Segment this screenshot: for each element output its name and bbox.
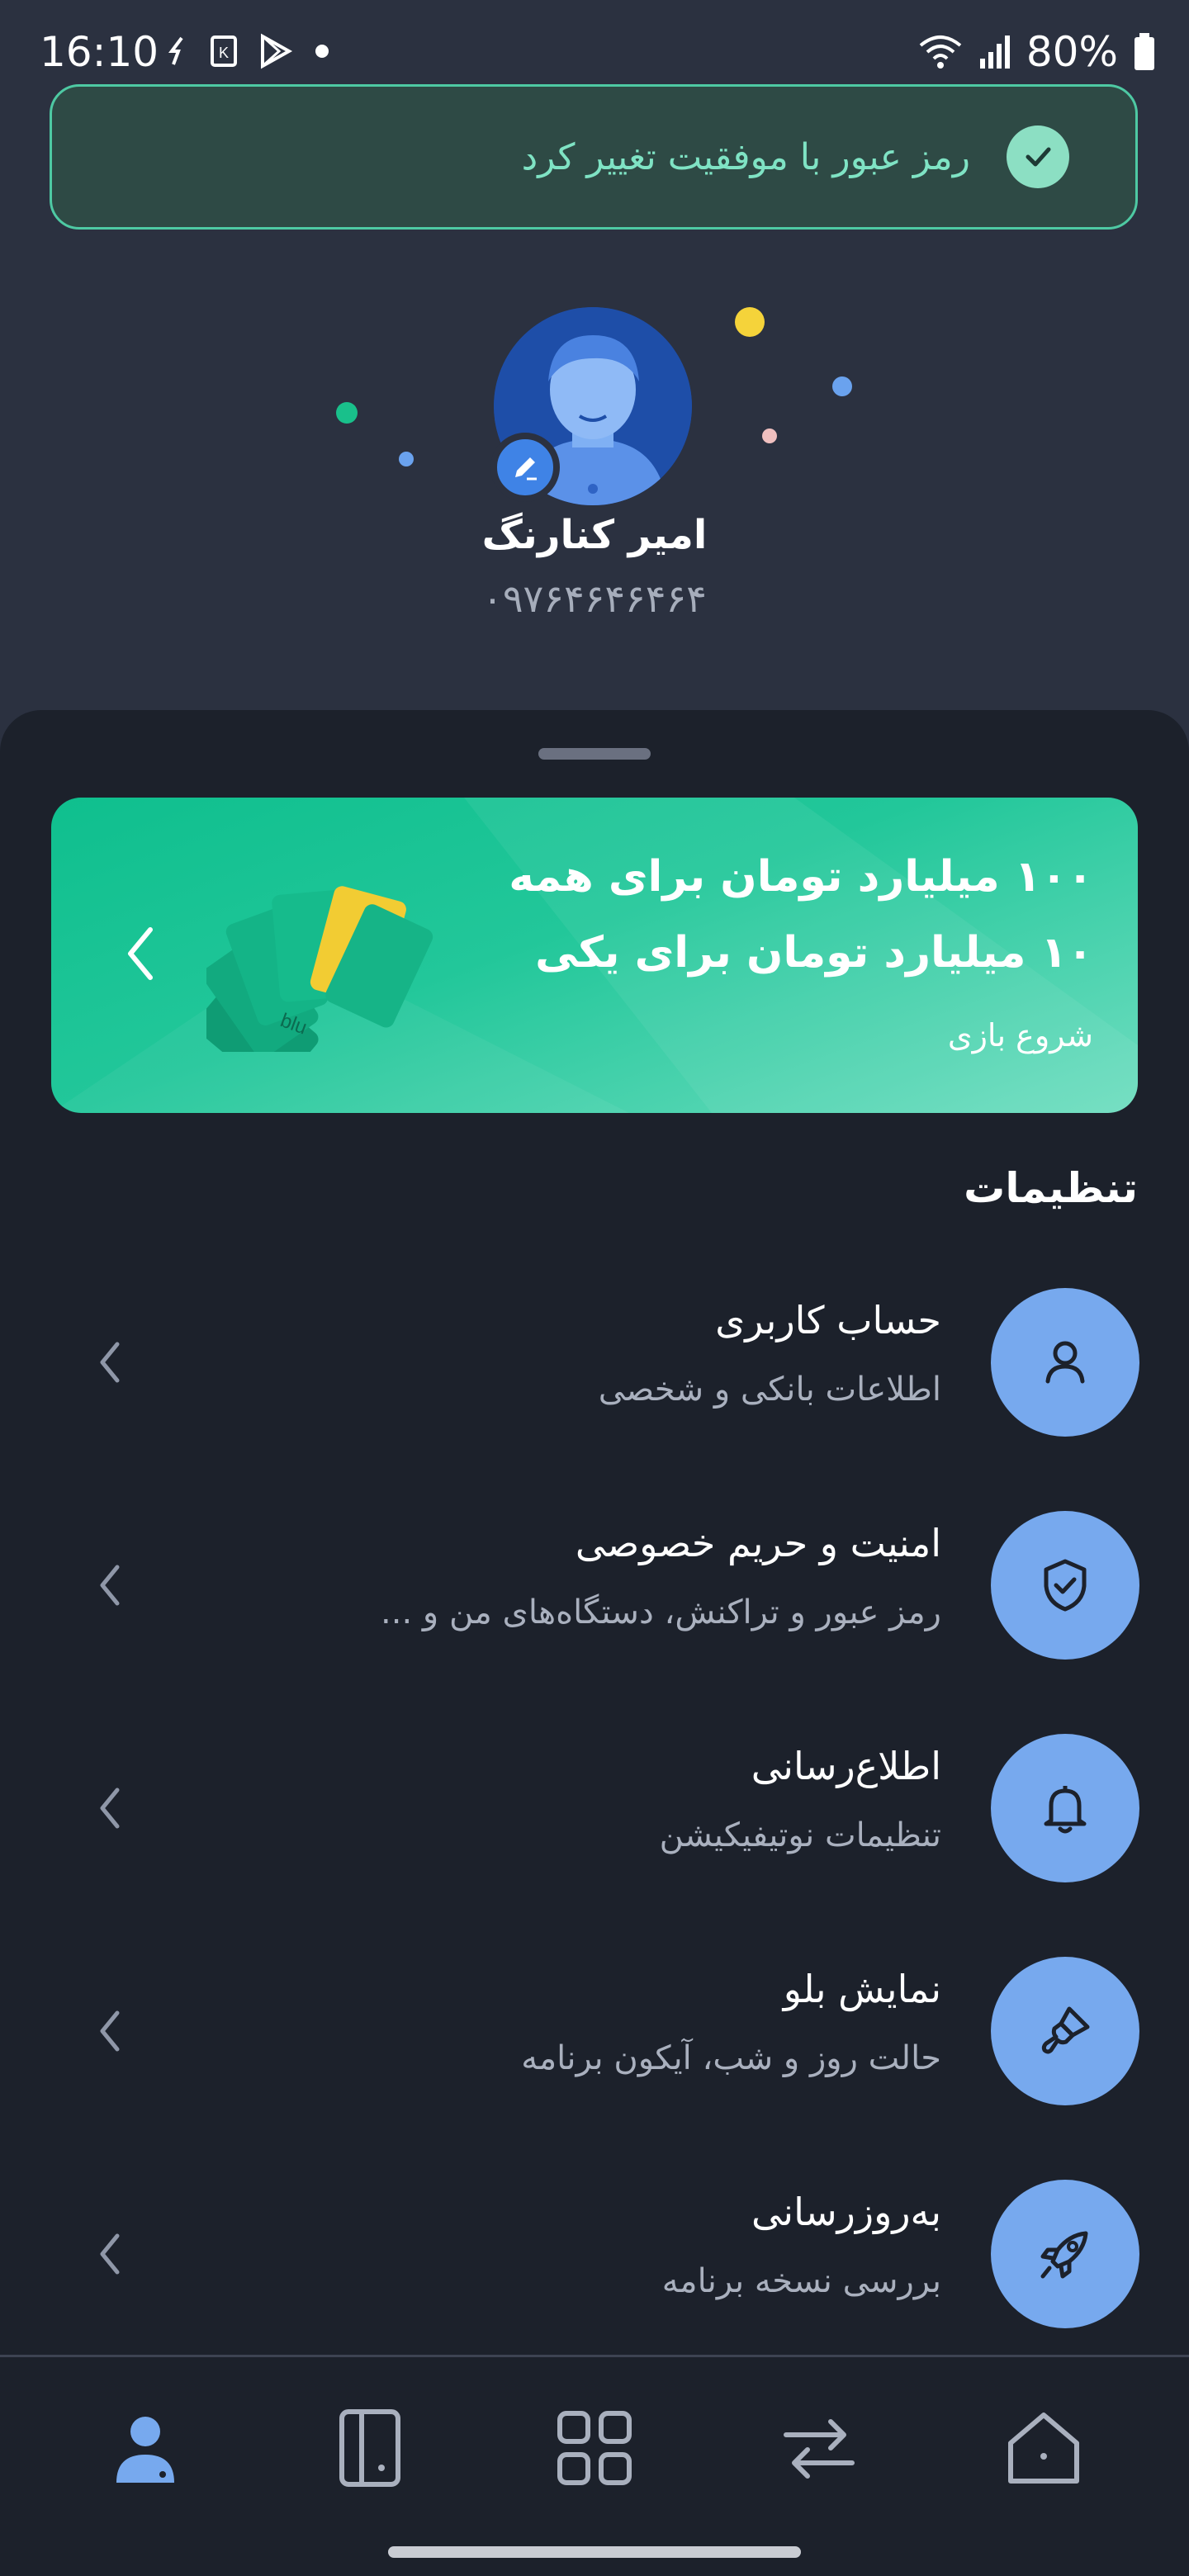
home-indicator[interactable] [388, 2546, 801, 2558]
banner-cta[interactable]: شروع بازی [948, 1017, 1093, 1054]
battery-icon [1135, 33, 1154, 70]
settings-item-title: نمایش بلو [783, 1967, 941, 2011]
notification-k-icon: K [211, 36, 237, 67]
paint-brush-icon [991, 1957, 1139, 2105]
settings-item-security[interactable]: امنیت و حریم خصوصی رمز عبور و تراکنش، دس… [0, 1511, 1189, 1693]
settings-section-title: تنظیمات [964, 1164, 1138, 1212]
banner-title-line2: ۱۰ میلیارد تومان برای یکی [535, 928, 1093, 978]
battery-percent: 80% [1026, 28, 1118, 76]
bell-icon [991, 1734, 1139, 1882]
banner-title-line1: ۱۰۰ میلیارد تومان برای همه [509, 852, 1093, 902]
user-icon [991, 1288, 1139, 1437]
settings-item-display[interactable]: نمایش بلو حالت روز و شب، آیکون برنامه [0, 1957, 1189, 2138]
settings-item-subtitle: تنظیمات نوتیفیکیشن [659, 1816, 941, 1854]
chevron-left-icon [100, 1565, 120, 1606]
edit-avatar-button[interactable] [490, 433, 560, 502]
nav-home[interactable] [994, 2398, 1093, 2498]
settings-item-title: اطلاع‌رسانی [751, 1744, 941, 1788]
cards-fan-illustration: blu [206, 886, 433, 1052]
play-store-icon [261, 33, 293, 69]
svg-text:K: K [219, 45, 229, 61]
services-grid-icon [557, 2411, 632, 2485]
rocket-icon [991, 2180, 1139, 2328]
settings-item-title: به‌روزرسانی [751, 2190, 941, 2234]
nav-divider [0, 2355, 1189, 2357]
chevron-left-icon [100, 1788, 120, 1829]
profile-name: امیر کنارنگ [481, 512, 708, 558]
home-icon [1008, 2413, 1079, 2484]
nav-services[interactable] [545, 2398, 644, 2498]
chevron-left-icon [100, 2010, 120, 2052]
settings-item-subtitle: بررسی نسخه برنامه [661, 2262, 941, 2300]
settings-item-subtitle: حالت روز و شب، آیکون برنامه [521, 2039, 941, 2077]
bottom-nav [0, 2370, 1189, 2526]
settings-item-title: حساب کاربری [715, 1298, 941, 1342]
transfer-icon [784, 2419, 855, 2479]
signal-icon [979, 36, 1010, 69]
settings-item-update[interactable]: به‌روزرسانی بررسی نسخه برنامه [0, 2180, 1189, 2361]
chevron-left-icon [100, 2233, 120, 2275]
nav-transfer[interactable] [770, 2398, 869, 2498]
nav-profile[interactable] [96, 2398, 195, 2498]
sync-icon [168, 36, 183, 65]
pencil-icon [515, 457, 537, 481]
success-toast: رمز عبور با موفقیت تغییر کرد [50, 84, 1138, 230]
chevron-left-icon [100, 1342, 120, 1383]
settings-item-title: امنیت و حریم خصوصی [575, 1521, 941, 1565]
settings-item-account[interactable]: حساب کاربری اطلاعات بانکی و شخصی [0, 1288, 1189, 1470]
nav-cards[interactable] [320, 2398, 419, 2498]
cards-icon [339, 2409, 400, 2487]
settings-item-subtitle: رمز عبور و تراکنش، دستگاه‌های من و ... [381, 1593, 941, 1631]
dot-icon [315, 45, 329, 58]
wifi-icon [919, 36, 962, 69]
status-time: 16:10 [40, 28, 159, 76]
sheet-drag-handle[interactable] [538, 748, 651, 760]
shield-check-icon [991, 1511, 1139, 1660]
profile-icon [116, 2417, 174, 2483]
settings-item-subtitle: اطلاعات بانکی و شخصی [598, 1371, 941, 1409]
settings-item-notifications[interactable]: اطلاع‌رسانی تنظیمات نوتیفیکیشن [0, 1734, 1189, 1915]
chevron-left-icon[interactable] [124, 925, 157, 983]
status-left-icons: K [165, 33, 330, 69]
check-icon [1007, 125, 1069, 188]
status-right: 80% [917, 28, 1156, 76]
toast-message: رمز عبور با موفقیت تغییر کرد [521, 135, 970, 178]
profile-phone: ۰۹۷۶۴۶۴۶۴۶۴ [482, 576, 707, 621]
